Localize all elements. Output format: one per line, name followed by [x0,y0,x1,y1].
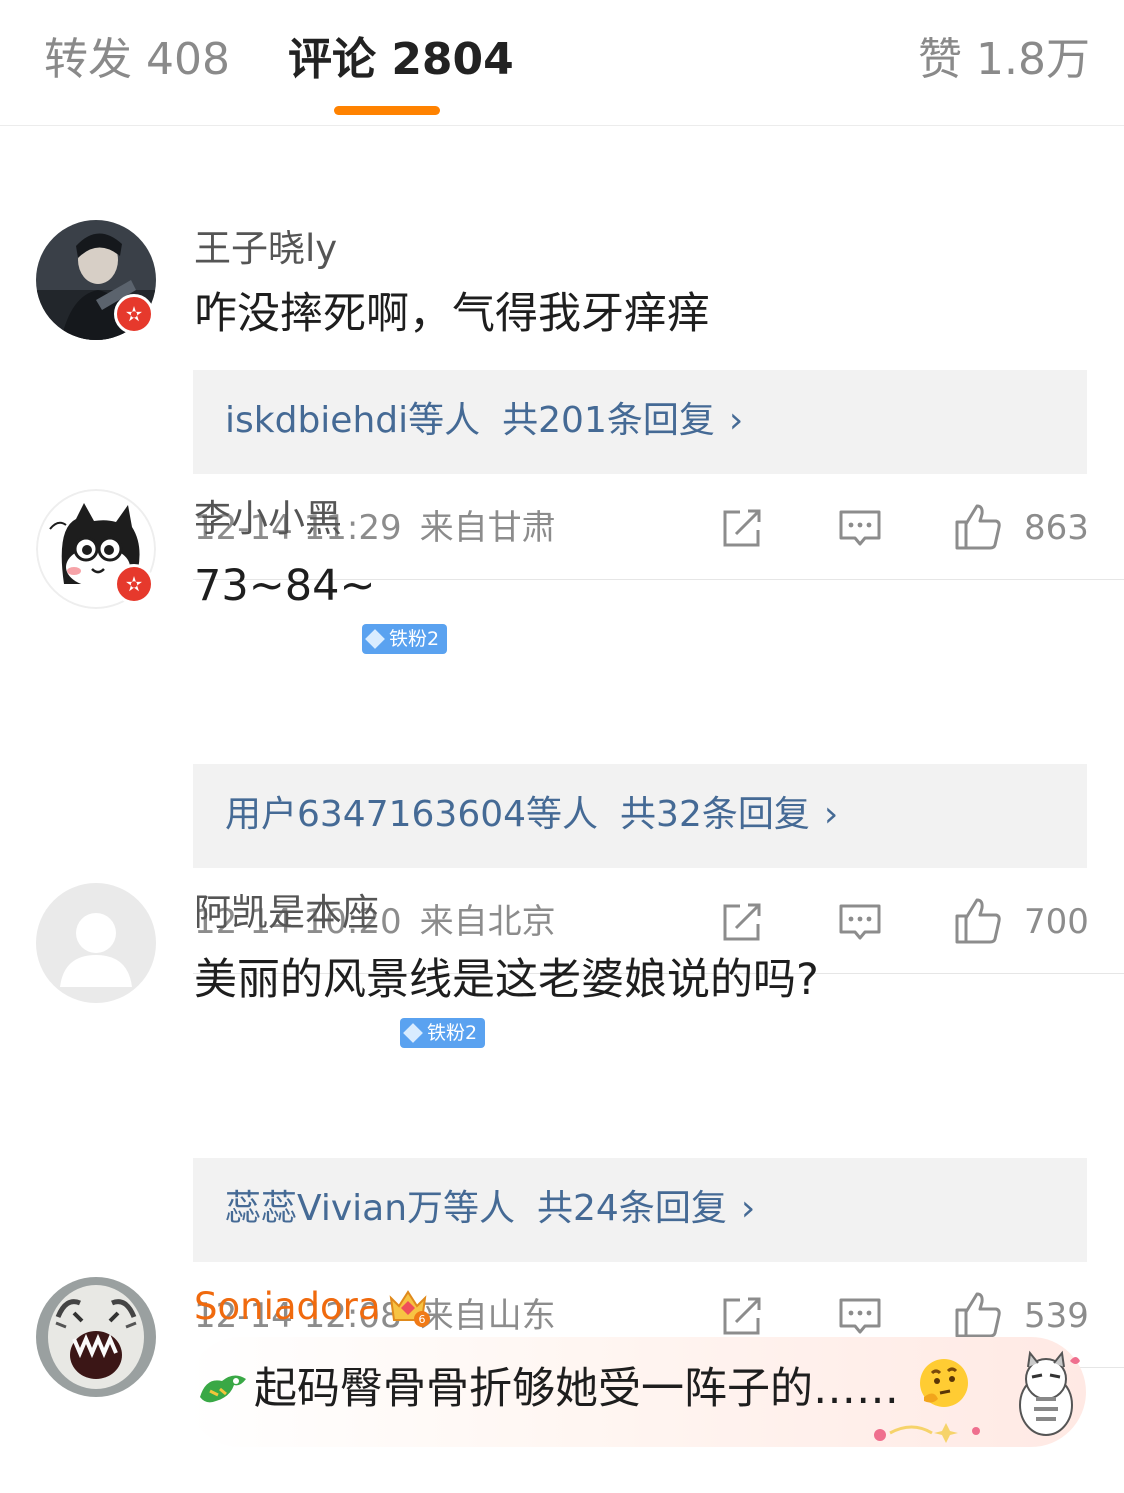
chevron-right-icon: › [728,400,744,441]
vip-crown-icon: 6 [389,1290,430,1327]
thinking-emoji-icon [920,1359,968,1407]
like-count: 863 [1024,508,1089,548]
vip-comment-bubble: 起码臀骨骨折够她受一阵子的…… [186,1337,1086,1447]
comment-icon[interactable] [838,900,882,944]
tab-likes[interactable]: 赞 1.8万 [918,32,1090,88]
reply-count: 共201条回复 [502,400,715,441]
fan-badge-label: 铁粉2 [389,628,440,650]
comment-text: 咋没摔死啊，气得我牙痒痒 [194,289,710,339]
avatar[interactable] [36,1277,156,1397]
dragon-icon [200,1375,246,1403]
tab-comments[interactable]: 评论 2804 [288,32,514,88]
reply-users: 用户6347163604等人 [225,794,599,835]
chevron-right-icon: › [740,1188,756,1229]
share-icon[interactable] [720,900,764,944]
comment-username[interactable]: 王子晓ly [194,226,337,272]
comment-list[interactable]: ✫ 王子晓ly 咋没摔死啊，气得我牙痒痒 iskdbiehdi等人 共201条回复… [0,126,1124,1493]
fan-badge: 铁粉2 [400,1018,486,1048]
share-icon[interactable] [720,506,764,550]
comment-location: 来自北京 [419,902,556,942]
like-count: 700 [1024,902,1089,942]
chevron-right-icon: › [823,794,839,835]
comment-text: 73~84~ [194,561,376,611]
reply-count: 共32条回复 [620,794,810,835]
comment-text: 美丽的风景线是这老婆娘说的吗? [194,955,819,1005]
reply-count: 共24条回复 [537,1188,727,1229]
like-count: 539 [1024,1296,1089,1336]
comment-text: 起码臀骨骨折够她受一阵子的…… [254,1364,899,1414]
share-icon[interactable] [720,1294,764,1338]
sparkle-decoration-icon [874,1423,980,1443]
comment-icon[interactable] [838,506,882,550]
active-tab-indicator [334,106,440,115]
avatar[interactable] [36,883,156,1003]
comment-icon[interactable] [838,1294,882,1338]
vip-level: 6 [419,1313,426,1326]
reply-preview-box[interactable]: 用户6347163604等人 共32条回复 › [193,764,1087,868]
reply-preview-link[interactable]: iskdbiehdi等人 共201条回复 › [225,398,743,444]
diamond-icon [403,1023,423,1043]
reply-preview-link[interactable]: 用户6347163604等人 共32条回复 › [225,792,838,838]
thumbs-up-icon[interactable] [953,896,1003,946]
reply-users: iskdbiehdi等人 [225,400,481,441]
cat-sticker-icon [1019,1350,1080,1436]
thumbs-up-icon[interactable] [953,502,1003,552]
comment-location: 来自甘肃 [419,508,556,548]
comment-tab-bar: 转发 408 评论 2804 赞 1.8万 [0,0,1124,126]
verified-badge-icon: ✫ [114,564,154,604]
fan-badge-label: 铁粉2 [427,1022,478,1044]
diamond-icon [365,629,385,649]
fan-badge: 铁粉2 [362,624,448,654]
reply-preview-box[interactable]: iskdbiehdi等人 共201条回复 › [193,370,1087,474]
reply-preview-link[interactable]: 蕊蕊Vivian万等人 共24条回复 › [225,1186,755,1232]
comment-username[interactable]: 阿凯是本座 [194,890,379,936]
thumbs-up-icon[interactable] [953,1290,1003,1340]
comment-username[interactable]: 李小小黑 [194,496,342,542]
reply-users: 蕊蕊Vivian万等人 [225,1188,516,1229]
verified-badge-icon: ✫ [114,294,154,334]
reply-preview-box[interactable]: 蕊蕊Vivian万等人 共24条回复 › [193,1158,1087,1262]
comment-username[interactable]: Soniadora [194,1284,381,1330]
comment-location: 来自山东 [419,1296,556,1336]
tab-reposts[interactable]: 转发 408 [44,32,230,88]
